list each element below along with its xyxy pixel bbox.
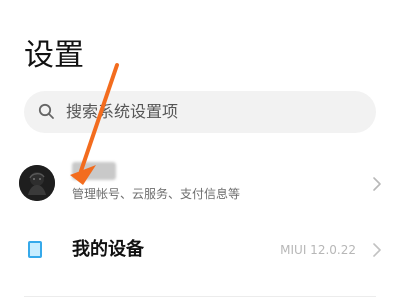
my-device-label: 我的设备 <box>72 239 144 260</box>
page-title: 设置 <box>24 38 84 73</box>
search-bar[interactable]: 搜索系统设置项 <box>24 91 376 133</box>
account-entry[interactable]: 管理帐号、云服务、支付信息等 <box>0 158 400 212</box>
search-icon <box>38 103 54 119</box>
chevron-right-icon <box>373 243 381 257</box>
search-input[interactable]: 搜索系统设置项 <box>66 102 178 122</box>
device-version: MIUI 12.0.22 <box>280 243 356 257</box>
bottom-separator <box>24 296 376 297</box>
account-subtitle: 管理帐号、云服务、支付信息等 <box>72 187 241 201</box>
device-icon <box>28 241 42 258</box>
avatar <box>19 165 55 201</box>
account-name-obscured <box>72 162 116 180</box>
my-device-entry[interactable]: 我的设备 MIUI 12.0.22 <box>0 230 400 270</box>
chevron-right-icon <box>373 177 381 191</box>
avatar-image <box>19 165 55 201</box>
